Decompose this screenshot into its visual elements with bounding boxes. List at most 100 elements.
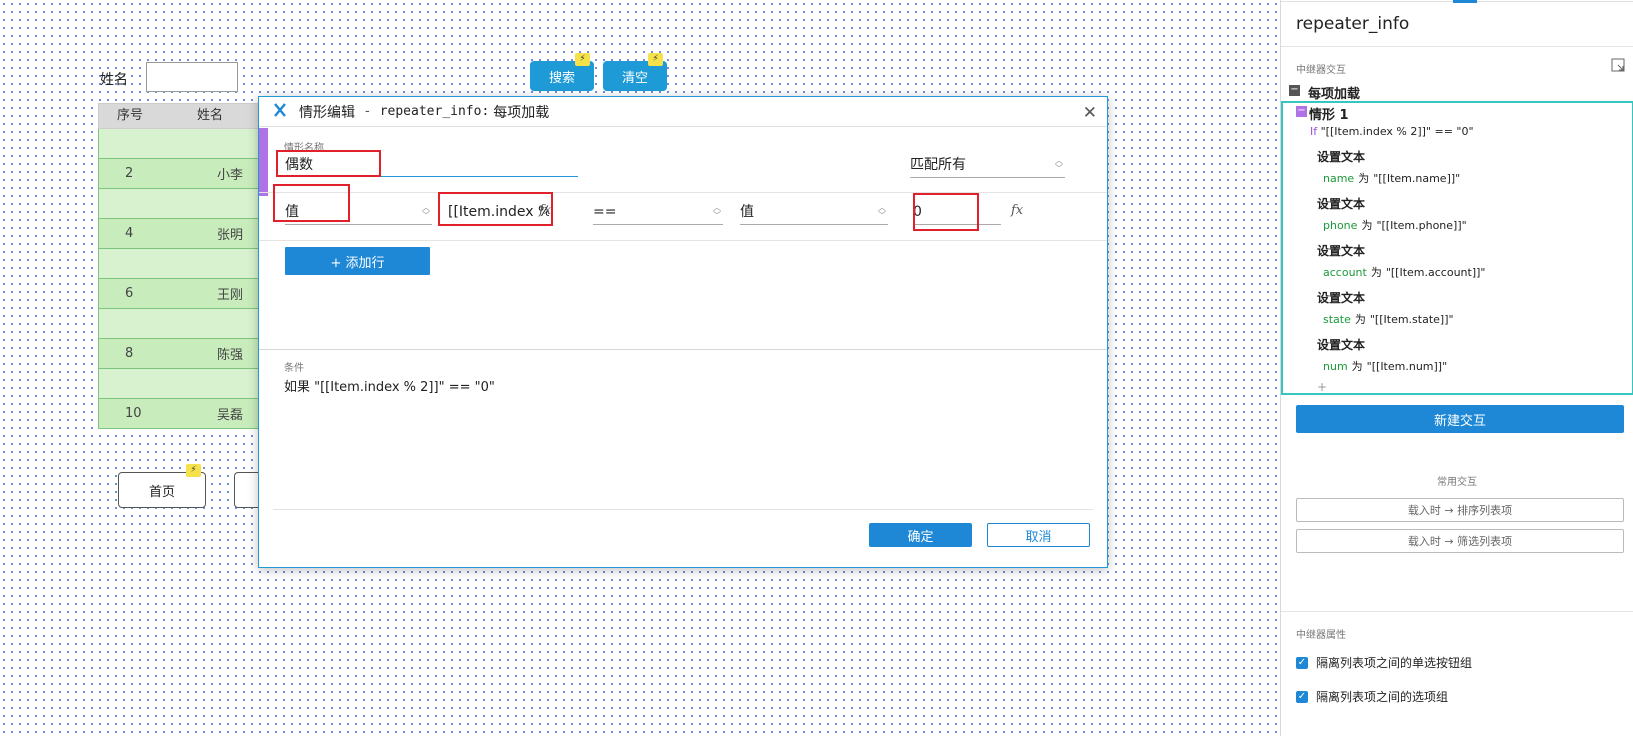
row-index: 10 bbox=[125, 406, 142, 421]
interaction-panel: repeater_info 中继器交互 − 每项加载 − 情形 1 If "[[… bbox=[1280, 0, 1633, 736]
divider bbox=[259, 240, 1107, 241]
table-row bbox=[98, 129, 263, 159]
panel-title: repeater_info bbox=[1296, 14, 1410, 34]
action-detail[interactable]: name 为 "[[Item.name]]" bbox=[1323, 170, 1460, 186]
action-detail[interactable]: phone 为 "[[Item.phone]]" bbox=[1323, 217, 1467, 233]
action-target: state bbox=[1323, 313, 1351, 326]
checkbox-checked-icon[interactable]: ✓ bbox=[1296, 690, 1308, 703]
table-row bbox=[98, 309, 263, 339]
dialog-event-name: 每项加载 bbox=[493, 104, 550, 121]
row-index: 8 bbox=[125, 346, 134, 361]
isolate-selection-checkbox[interactable]: ✓ 隔离列表项之间的选项组 bbox=[1296, 688, 1448, 705]
isolate-radio-checkbox[interactable]: ✓ 隔离列表项之间的单选按钮组 bbox=[1296, 654, 1472, 671]
right-type-value: 值 bbox=[740, 204, 754, 220]
action-target: account bbox=[1323, 266, 1367, 279]
isolate-radio-label: 隔离列表项之间的单选按钮组 bbox=[1316, 656, 1473, 670]
properties-section-label: 中继器属性 bbox=[1296, 630, 1346, 641]
divider bbox=[1281, 611, 1633, 612]
table-row bbox=[98, 249, 263, 279]
table-header: 序号 姓名 bbox=[98, 103, 263, 129]
dialog-title-bar: 情形编辑 - repeater_info: 每项加载 bbox=[259, 97, 1107, 127]
divider bbox=[259, 192, 1107, 193]
match-mode-select[interactable]: 匹配所有 ︿ ﹀ bbox=[910, 154, 1065, 178]
table-row: 4 张明 bbox=[98, 219, 263, 249]
row-index: 6 bbox=[125, 286, 134, 301]
table-row: 8 陈强 bbox=[98, 339, 263, 369]
row-name: 王刚 bbox=[217, 288, 244, 303]
highlight-box bbox=[438, 192, 553, 226]
action-target: num bbox=[1323, 360, 1348, 373]
action-value: "[[Item.phone]]" bbox=[1376, 219, 1467, 232]
interaction-bolt-icon: ⚡ bbox=[186, 464, 201, 477]
case-editor-dialog: 情形编辑 - repeater_info: 每项加载 ✕ 情形名称 偶数 匹配所… bbox=[258, 96, 1108, 568]
action-header[interactable]: 设置文本 bbox=[1317, 242, 1365, 259]
action-detail[interactable]: num 为 "[[Item.num]]" bbox=[1323, 358, 1447, 374]
table-row bbox=[98, 369, 263, 399]
interaction-bolt-icon: ⚡ bbox=[575, 53, 590, 66]
expand-corner-icon[interactable] bbox=[1611, 58, 1625, 76]
case-condition: If "[[Item.index % 2]]" == "0" bbox=[1310, 125, 1474, 138]
name-label: 姓名 bbox=[100, 72, 128, 88]
action-value: "[[Item.account]]" bbox=[1385, 266, 1486, 279]
add-action-icon[interactable]: + bbox=[1317, 380, 1327, 394]
action-value: "[[Item.name]]" bbox=[1373, 172, 1461, 185]
action-header[interactable]: 设置文本 bbox=[1317, 336, 1365, 353]
common-filter-button[interactable]: 载入时 → 筛选列表项 bbox=[1296, 529, 1624, 553]
row-index: 2 bbox=[125, 166, 134, 181]
row-name: 陈强 bbox=[217, 348, 244, 363]
title-separator: - bbox=[365, 104, 370, 119]
ok-button[interactable]: 确定 bbox=[869, 523, 972, 547]
table-row: 2 小李 bbox=[98, 159, 263, 189]
interactions-section-label: 中继器交互 bbox=[1296, 65, 1346, 76]
action-word: 为 bbox=[1351, 360, 1363, 373]
row-name: 张明 bbox=[217, 228, 244, 243]
case-name[interactable]: 情形 1 bbox=[1309, 104, 1349, 123]
dialog-title: 情形编辑 bbox=[299, 104, 355, 121]
dialog-repeater-name: repeater_info: bbox=[379, 104, 490, 119]
action-value: "[[Item.num]]" bbox=[1366, 360, 1448, 373]
updown-arrow-icon: ︿ ﹀ bbox=[713, 203, 721, 220]
row-name: 小李 bbox=[217, 168, 244, 183]
condition-summary: 如果 "[[Item.index % 2]]" == "0" bbox=[284, 380, 495, 395]
updown-arrow-icon: ︿ ﹀ bbox=[1055, 156, 1063, 173]
add-row-button[interactable]: + 添加行 bbox=[285, 247, 430, 275]
collapse-case-icon[interactable]: − bbox=[1296, 106, 1307, 117]
table-row bbox=[98, 189, 263, 219]
first-page-button[interactable]: 首页 bbox=[118, 472, 206, 508]
action-header[interactable]: 设置文本 bbox=[1317, 195, 1365, 212]
action-detail[interactable]: state 为 "[[Item.state]]" bbox=[1323, 311, 1454, 327]
action-value: "[[Item.state]]" bbox=[1369, 313, 1454, 326]
event-name[interactable]: 每项加载 bbox=[1308, 83, 1360, 102]
common-interactions-label: 常用交互 bbox=[1437, 477, 1477, 488]
divider bbox=[259, 349, 1107, 350]
fx-icon[interactable]: fx bbox=[1011, 203, 1023, 218]
if-condition-text: "[[Item.index % 2]]" == "0" bbox=[1320, 125, 1474, 138]
collapse-event-icon[interactable]: − bbox=[1289, 85, 1300, 96]
header-name: 姓名 bbox=[197, 108, 224, 123]
action-word: 为 bbox=[1370, 266, 1382, 279]
active-tab-indicator[interactable] bbox=[1453, 0, 1477, 3]
row-index: 4 bbox=[125, 226, 134, 241]
common-sort-button[interactable]: 载入时 → 排序列表项 bbox=[1296, 498, 1624, 522]
interaction-bolt-icon: ⚡ bbox=[648, 53, 663, 66]
action-detail[interactable]: account 为 "[[Item.account]]" bbox=[1323, 264, 1485, 280]
right-type-select[interactable]: 值 ︿ ﹀ bbox=[740, 201, 888, 225]
action-header[interactable]: 设置文本 bbox=[1317, 289, 1365, 306]
cancel-button[interactable]: 取消 bbox=[987, 523, 1090, 547]
close-icon[interactable]: ✕ bbox=[1083, 103, 1097, 123]
if-keyword: If bbox=[1310, 125, 1318, 138]
divider bbox=[273, 509, 1093, 510]
operator-select[interactable]: == ︿ ﹀ bbox=[593, 201, 723, 225]
new-interaction-button[interactable]: 新建交互 bbox=[1296, 405, 1624, 433]
checkbox-checked-icon[interactable]: ✓ bbox=[1296, 656, 1308, 669]
isolate-selection-label: 隔离列表项之间的选项组 bbox=[1316, 690, 1449, 704]
highlight-box bbox=[913, 193, 979, 231]
name-input[interactable] bbox=[146, 62, 238, 92]
case-accent-bar bbox=[259, 128, 268, 196]
updown-arrow-icon: ︿ ﹀ bbox=[878, 203, 886, 220]
action-header[interactable]: 设置文本 bbox=[1317, 148, 1365, 165]
divider bbox=[1281, 46, 1633, 47]
repeater-table[interactable]: 序号 姓名 2 小李 4 张明 6 王刚 8 陈强 10 吴磊 bbox=[98, 103, 263, 429]
row-name: 吴磊 bbox=[217, 408, 244, 423]
highlight-box bbox=[276, 150, 381, 177]
